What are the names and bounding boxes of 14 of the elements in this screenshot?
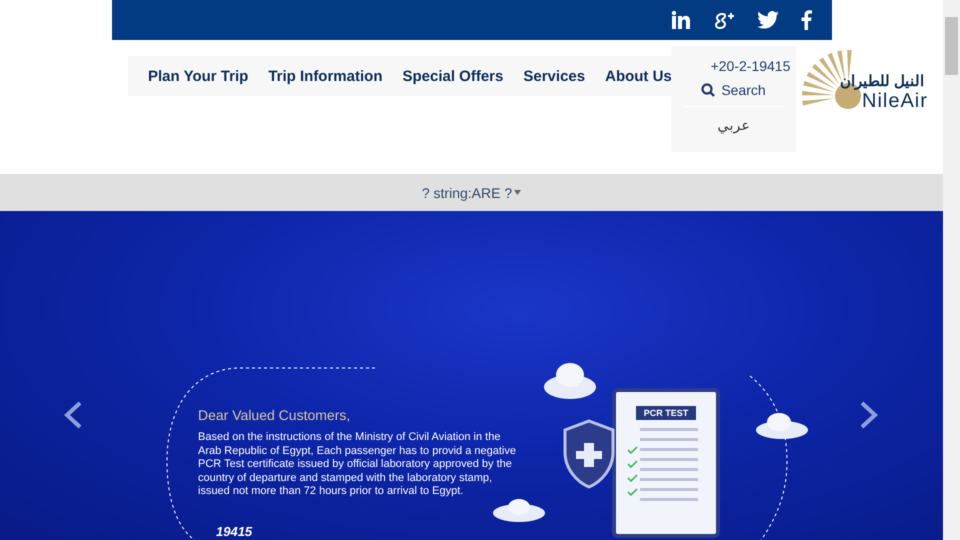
search-button[interactable]: Search bbox=[701, 82, 766, 98]
nav-link[interactable]: Special Offers bbox=[392, 68, 514, 84]
country-select[interactable]: ? string:ARE ? bbox=[422, 184, 522, 200]
nav-link[interactable]: Trip Information bbox=[258, 68, 392, 84]
banner-body-text: Based on the instructions of the Ministry of Civil Aviation in the Arab Republic of Egypt, Each passenger has to provid a negative PCR Test certificate issued by official laboratory approved by the country of departure and stamped with the laboratory stamp, issued not more than 72 hours prior to arrival to Egypt. bbox=[198, 431, 517, 498]
hotline-number: 19415 bbox=[216, 524, 252, 539]
logo-text: NileAir bbox=[862, 90, 928, 113]
clipboard-title: PCR TEST bbox=[636, 406, 696, 420]
phone-number: +20-2-19415 bbox=[710, 58, 790, 74]
nav-link[interactable]: Plan Your Trip bbox=[138, 68, 258, 84]
banner-heading: Dear Valued Customers, bbox=[198, 407, 352, 423]
language-link[interactable]: عربي bbox=[718, 117, 750, 133]
nav-link[interactable]: Services bbox=[513, 68, 596, 84]
logo-arabic-text: النيل للطيران bbox=[840, 72, 924, 90]
